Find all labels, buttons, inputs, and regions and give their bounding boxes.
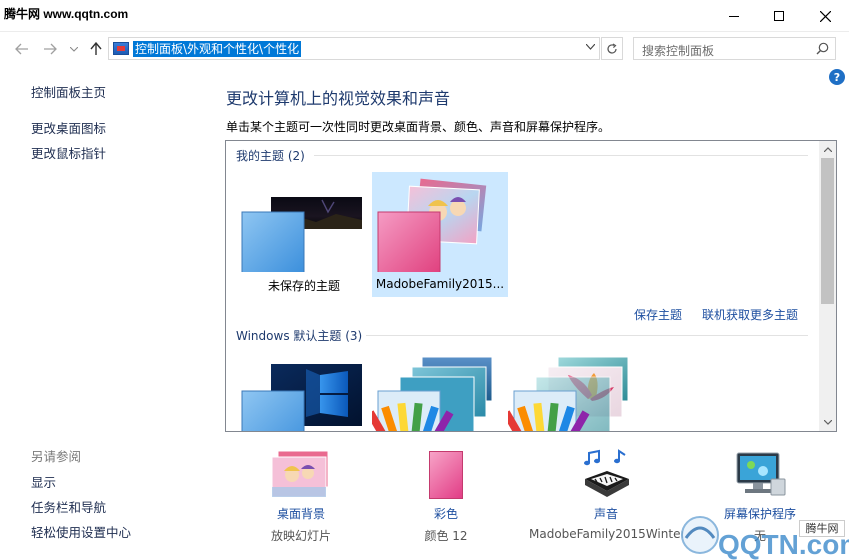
theme-madobefamily-preview [377,178,487,275]
qqtn-badge: 腾牛网 [799,520,845,537]
minimize-icon [729,15,739,17]
color-setting[interactable]: 彩色 颜色 12 [391,446,501,546]
theme-lines-colors-preview [366,356,493,431]
maximize-button[interactable] [756,0,802,32]
sound-setting[interactable]: 声音 MadobeFamily2015Winter [529,446,683,546]
display-link[interactable]: 显示 [31,472,56,491]
forward-arrow-icon [44,43,57,55]
color-label[interactable]: 彩色 [391,505,501,522]
group-divider [314,155,808,156]
recent-locations-button[interactable] [64,40,84,58]
address-dropdown-button[interactable] [585,42,596,53]
theme-lines-colors[interactable] [366,351,508,431]
theme-windows-preview [241,364,362,431]
address-path[interactable]: 控制面板\外观和个性化\个性化 [133,41,302,57]
color-value: 颜色 12 [424,529,468,543]
up-button[interactable] [86,40,106,58]
navigation-bar: 控制面板\外观和个性化\个性化 搜索控制面板 [0,32,849,66]
forward-button[interactable] [40,40,60,58]
refresh-icon [607,42,617,54]
theme-windows[interactable] [236,351,372,431]
page-description: 单击某个主题可一次性同时更改桌面背景、颜色、声音和屏幕保护程序。 [226,120,611,134]
search-input[interactable]: 搜索控制面板 [633,37,836,60]
change-desktop-icons-link[interactable]: 更改桌面图标 [31,118,106,137]
scroll-up-button[interactable] [819,141,836,158]
chevron-up-icon [823,147,832,152]
sounds-icon [584,449,629,497]
search-icon[interactable] [816,42,829,55]
title-bar: 腾牛网 www.qqtn.com [0,0,849,32]
themes-scrollbar[interactable] [819,141,836,431]
desktop-background-icon [271,450,329,498]
close-icon [819,10,831,22]
taskbar-navigation-link[interactable]: 任务栏和导航 [31,497,106,516]
chevron-down-icon [585,43,596,50]
theme-caption: MadobeFamily2015... [375,277,505,291]
see-also-heading: 另请参阅 [31,449,82,464]
my-themes-header: 我的主题 (2) [236,149,305,163]
desktop-background-setting[interactable]: 桌面背景 放映幻灯片 [246,446,356,546]
scroll-down-button[interactable] [819,414,836,431]
back-button[interactable] [12,40,32,58]
group-divider [366,335,808,336]
change-mouse-pointer-link[interactable]: 更改鼠标指针 [31,143,106,162]
help-icon[interactable]: ? [829,69,845,85]
theme-flowers-preview [502,356,629,431]
close-button[interactable] [802,0,848,32]
address-bar[interactable]: 控制面板\外观和个性化\个性化 [108,37,600,60]
color-swatch-icon [429,451,463,499]
site-watermark: 腾牛网 www.qqtn.com [4,7,129,21]
save-theme-link[interactable]: 保存主题 [634,306,682,323]
screen-saver-icon [736,452,786,496]
minimize-button[interactable] [711,0,757,32]
scroll-thumb[interactable] [821,158,834,304]
theme-unsaved[interactable]: 未保存的主题 [236,172,372,297]
sound-label[interactable]: 声音 [551,505,661,522]
search-placeholder: 搜索控制面板 [642,44,715,58]
page-title: 更改计算机上的视觉效果和声音 [226,89,451,108]
control-panel-home-link[interactable]: 控制面板主页 [31,82,106,101]
chevron-down-icon [70,46,78,52]
theme-madobefamily[interactable]: MadobeFamily2015... [372,172,508,297]
back-arrow-icon [15,43,28,55]
ease-of-access-link[interactable]: 轻松使用设置中心 [31,522,131,541]
windows-themes-header: Windows 默认主题 (3) [236,329,363,343]
theme-unsaved-preview [241,197,362,275]
themes-list[interactable]: 我的主题 (2) 未保存的主题 MadobeFamily2015... 保存主题… [225,140,837,432]
refresh-button[interactable] [601,37,623,60]
maximize-icon [774,11,784,21]
chevron-down-icon [823,420,832,425]
desktop-background-value: 放映幻灯片 [270,529,331,543]
theme-flowers[interactable] [502,351,644,431]
desktop-background-label[interactable]: 桌面背景 [246,505,356,522]
control-panel-icon [113,42,129,55]
get-more-themes-link[interactable]: 联机获取更多主题 [702,306,798,323]
up-arrow-icon [90,42,102,55]
theme-caption: 未保存的主题 [267,279,340,293]
sound-value: MadobeFamily2015Winter [529,527,683,541]
